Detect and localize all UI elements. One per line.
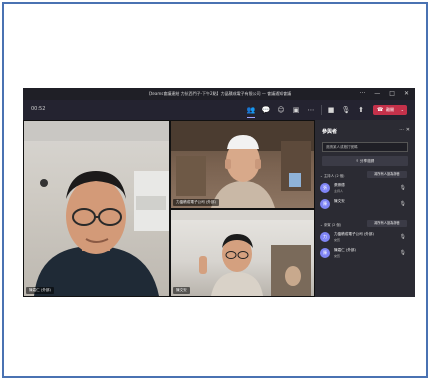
tile-name-tag: 力晶積成電子公司 (外部) (173, 199, 219, 206)
presenters-section-header[interactable]: ⌄ 主持人 (2 個) (320, 173, 344, 178)
participant-item[interactable]: 陳 陳嘉仁 (外部) 來賓 🎙 (320, 247, 410, 261)
mic-icon: 🎙 (399, 234, 406, 240)
people-icon[interactable]: 👥 (246, 105, 256, 118)
participant-name: 力晶積成電子公司 (外部) (334, 232, 374, 236)
close-icon[interactable]: ✕ (404, 90, 409, 98)
avatar: 張 (320, 183, 330, 193)
participant-role: 來賓 (334, 254, 341, 258)
leave-button[interactable]: ☎ 離開 ⌄ (373, 105, 407, 115)
video-tile-3[interactable]: 陳文安 (171, 210, 314, 296)
window-controls: ··· — □ ✕ (360, 90, 409, 98)
share-invite-button[interactable]: ⇪ 分享邀請 (322, 156, 408, 166)
mic-icon: 🎙 (399, 250, 406, 256)
video-tile-1[interactable]: 陳嘉仁 (外部) (24, 121, 169, 296)
mute-all-button[interactable]: 將所有人設為靜音 (367, 220, 407, 227)
video-feed-1 (24, 121, 169, 296)
video-feed-2 (171, 121, 314, 208)
teams-meeting-window: 【teams會議連結 力抗西門子-下午2點】力晶積成電子有限公司 — 會議通知會… (23, 88, 415, 297)
tile-name-tag: 陳嘉仁 (外部) (26, 287, 54, 294)
video-feed-3 (171, 210, 314, 296)
participants-panel: 參與者 ⋯ ✕ 邀請某人或撥打號碼 ⇪ 分享邀請 ⌄ 主持人 (2 個) 將所有… (315, 120, 415, 297)
mic-icon: 🎙 (399, 185, 406, 191)
more-options-icon[interactable]: ··· (360, 90, 366, 98)
invite-input[interactable]: 邀請某人或撥打號碼 (322, 142, 408, 152)
participant-name: 陳文安 (334, 199, 345, 203)
participant-role: 來賓 (334, 238, 341, 242)
window-title: 【teams會議連結 力抗西門子-下午2點】力晶積成電子有限公司 — 會議通知會… (146, 91, 292, 96)
participant-item[interactable]: 陳 陳文安 🎙 (320, 198, 410, 212)
participant-item[interactable]: 張 張崇德 主持人 🎙 (320, 182, 410, 196)
chat-icon[interactable]: 💬 (261, 105, 271, 115)
panel-controls[interactable]: ⋯ ✕ (399, 127, 410, 133)
reactions-icon[interactable]: ☺ (276, 105, 286, 115)
tile-name-tag: 陳文安 (173, 287, 190, 294)
participant-role: 主持人 (334, 189, 344, 193)
rooms-icon[interactable]: ▣ (291, 105, 301, 115)
share-invite-label: 分享邀請 (359, 159, 375, 163)
share-screen-icon[interactable]: ⬆ (356, 105, 366, 115)
leave-label: 離開 (386, 107, 394, 112)
mute-all-button[interactable]: 將所有人設為靜音 (367, 171, 407, 178)
chevron-down-icon[interactable]: ⌄ (401, 105, 404, 115)
guests-section-header[interactable]: ⌄ 來賓 (2 個) (320, 222, 341, 227)
mic-icon[interactable]: 🎙 (341, 105, 351, 115)
maximize-icon[interactable]: □ (389, 90, 395, 98)
panel-title: 參與者 (322, 129, 338, 135)
meeting-toolbar: 00:52 👥 💬 ☺ ▣ ⋯ ■ 🎙 ⬆ ☎ 離開 ⌄ (23, 100, 415, 120)
mic-icon: 🎙 (399, 201, 406, 207)
camera-icon[interactable]: ■ (326, 105, 336, 115)
participant-item[interactable]: 力 力晶積成電子公司 (外部) 來賓 🎙 (320, 231, 410, 245)
avatar: 陳 (320, 248, 330, 258)
video-tile-2[interactable]: 力晶積成電子公司 (外部) (171, 121, 314, 208)
participant-name: 張崇德 (334, 183, 345, 187)
avatar: 力 (320, 232, 330, 242)
more-actions-icon[interactable]: ⋯ (306, 105, 316, 115)
minimize-icon[interactable]: — (374, 90, 380, 98)
meeting-timer: 00:52 (31, 106, 46, 112)
video-grid: 陳嘉仁 (外部) 力晶積成電子公司 (外部) 陳文安 (23, 120, 315, 297)
title-bar: 【teams會議連結 力抗西門子-下午2點】力晶積成電子有限公司 — 會議通知會… (23, 88, 415, 100)
phone-icon: ☎ (377, 107, 384, 113)
toolbar-divider (321, 105, 322, 115)
participant-name: 陳嘉仁 (外部) (334, 248, 356, 252)
avatar: 陳 (320, 199, 330, 209)
